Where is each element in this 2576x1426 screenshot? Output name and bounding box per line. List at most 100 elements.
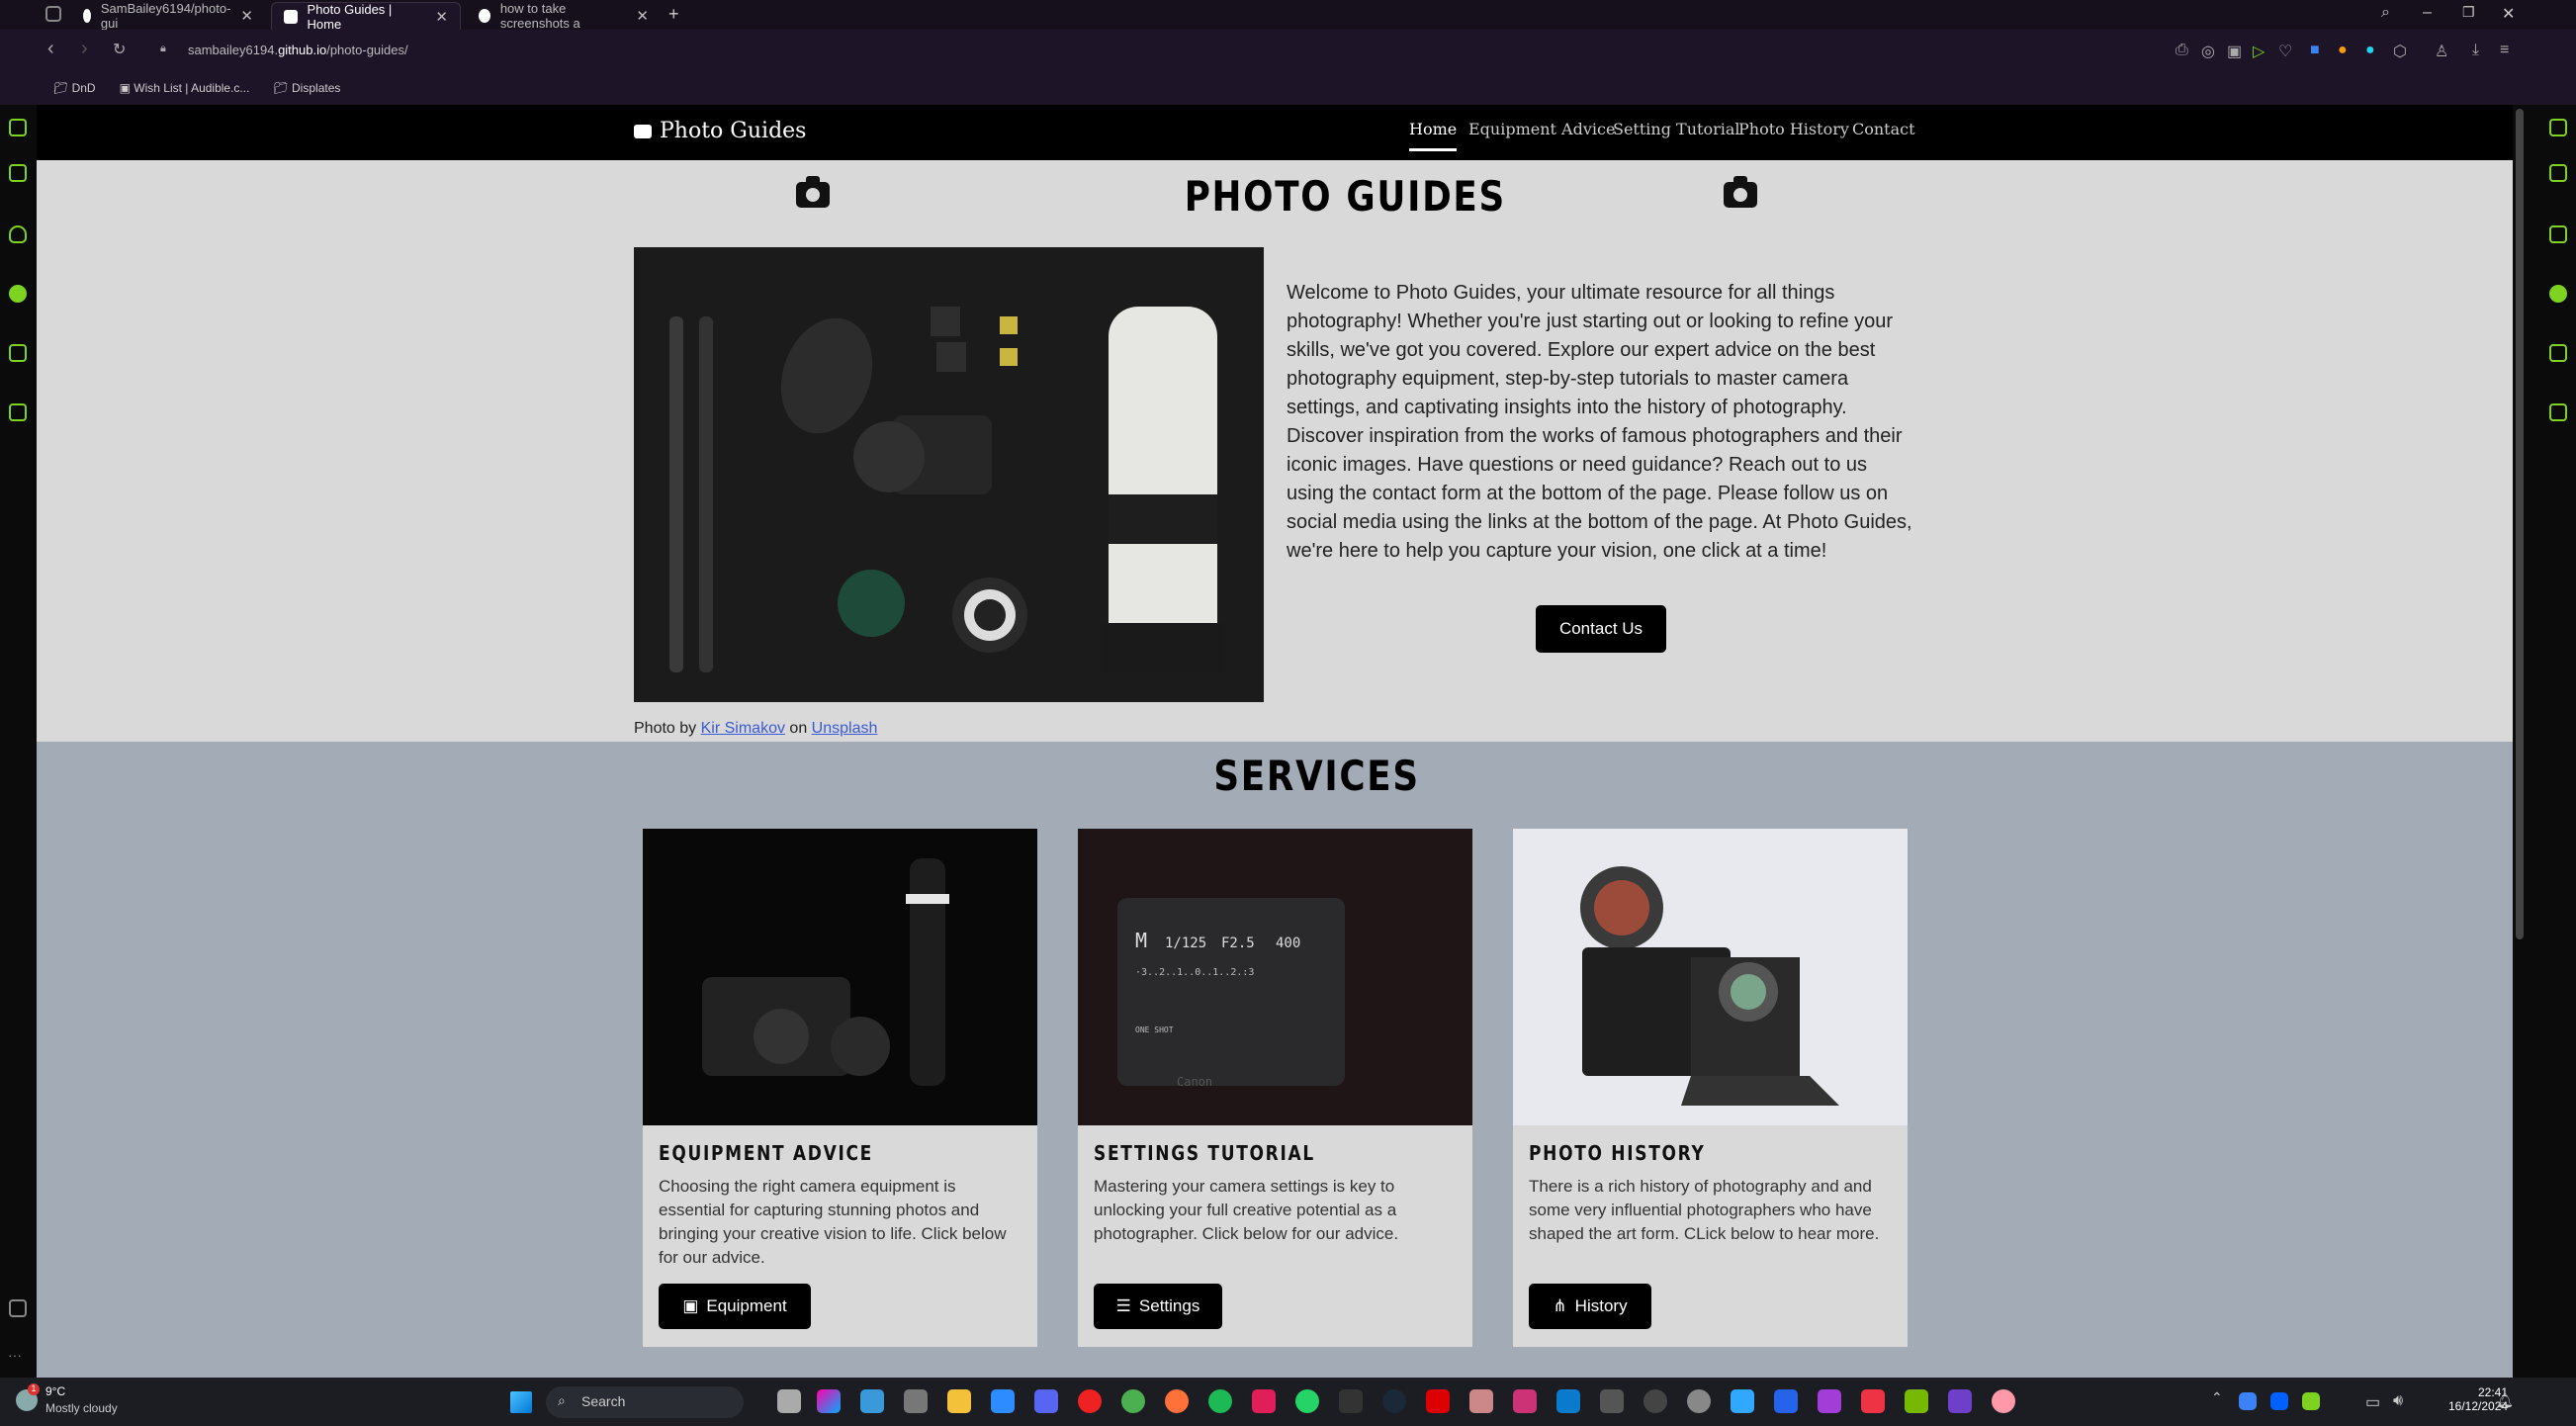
- close-icon[interactable]: ✕: [240, 7, 253, 25]
- close-icon[interactable]: ✕: [636, 7, 649, 25]
- history-icon[interactable]: [9, 1299, 27, 1317]
- search-tabs-icon[interactable]: ⌕: [2381, 4, 2390, 22]
- tab-google[interactable]: how to take screenshots a ✕: [467, 1, 661, 31]
- app-icon[interactable]: [1600, 1389, 1624, 1413]
- camera-snap-icon[interactable]: ◎: [2201, 42, 2215, 61]
- tray-app-icon[interactable]: [2302, 1392, 2320, 1410]
- tray-wifi-icon[interactable]: ▭: [2365, 1392, 2383, 1411]
- google-icon: [479, 9, 490, 23]
- messenger-icon[interactable]: [9, 285, 27, 303]
- play-icon[interactable]: ▷: [2253, 42, 2265, 61]
- bookmark-displates[interactable]: 📁︎ Displates: [273, 81, 340, 95]
- menu-icon[interactable]: ≡: [2500, 42, 2509, 59]
- affinity-publisher-icon[interactable]: [1861, 1389, 1885, 1413]
- unsplash-link[interactable]: Unsplash: [812, 720, 878, 737]
- spotify-icon[interactable]: [1208, 1389, 1232, 1413]
- pinboard-icon[interactable]: [9, 403, 27, 421]
- tray-sync-icon[interactable]: [2239, 1392, 2257, 1410]
- copilot-icon[interactable]: [817, 1389, 841, 1413]
- zoom-icon[interactable]: [991, 1389, 1015, 1413]
- settings-button[interactable]: ☰ Settings: [1094, 1284, 1222, 1329]
- game-icon[interactable]: [1469, 1389, 1493, 1413]
- nav-setting-tutorial[interactable]: Setting Tutorial: [1613, 120, 1740, 138]
- file-explorer-icon[interactable]: [947, 1389, 971, 1413]
- equipment-button[interactable]: ▣ Equipment: [659, 1284, 811, 1329]
- scrollbar-thumb[interactable]: [2516, 109, 2524, 939]
- whatsapp-icon[interactable]: [1295, 1389, 1319, 1413]
- more-icon[interactable]: ···: [8, 1347, 22, 1363]
- bookmark-audible[interactable]: ▣ Wish List | Audible.c...: [120, 81, 250, 95]
- tray-dropbox-icon[interactable]: [2270, 1392, 2288, 1410]
- tinder-icon[interactable]: [9, 225, 27, 243]
- steam-icon[interactable]: [1382, 1389, 1406, 1413]
- chrome-icon[interactable]: [1121, 1389, 1145, 1413]
- profile-icon[interactable]: ♙: [2435, 42, 2448, 61]
- restore-icon[interactable]: ❐: [2462, 4, 2475, 21]
- extension-g-icon[interactable]: ●: [2338, 42, 2348, 59]
- firefox-icon[interactable]: [1165, 1389, 1189, 1413]
- vscode-icon[interactable]: [1556, 1389, 1580, 1413]
- photoshop-icon[interactable]: [1731, 1389, 1754, 1413]
- camera-icon: [634, 124, 652, 138]
- acrobat-icon[interactable]: [1426, 1389, 1450, 1413]
- tab-photo-guides[interactable]: Photo Guides | Home ✕: [271, 2, 461, 32]
- extension-a-icon[interactable]: ●: [2365, 42, 2375, 59]
- files-icon[interactable]: [1774, 1389, 1798, 1413]
- cube-icon[interactable]: ⬡: [2393, 42, 2407, 61]
- right-workspaces-icon[interactable]: [2549, 164, 2567, 182]
- download-icon[interactable]: ⤓: [2472, 42, 2479, 59]
- player-icon[interactable]: [9, 344, 27, 362]
- task-view-icon[interactable]: [777, 1389, 801, 1413]
- lock-icon[interactable]: 🔒︎: [160, 43, 166, 55]
- right-player-icon[interactable]: [2549, 344, 2567, 362]
- start-button[interactable]: [510, 1391, 532, 1413]
- forward-icon[interactable]: ›: [81, 38, 88, 60]
- opera-icon[interactable]: [1078, 1389, 1102, 1413]
- nav-photo-history[interactable]: Photo History: [1738, 120, 1849, 138]
- workspaces-icon[interactable]: [9, 164, 27, 182]
- back-icon[interactable]: ‹: [47, 38, 54, 60]
- new-tab-button[interactable]: +: [668, 4, 679, 25]
- brand-link[interactable]: Photo Guides: [634, 119, 806, 143]
- nav-equipment-advice[interactable]: Equipment Advice: [1468, 120, 1615, 138]
- ai-icon[interactable]: [9, 119, 27, 136]
- close-window-icon[interactable]: ✕: [2502, 4, 2515, 24]
- workspace-icon[interactable]: [45, 6, 61, 22]
- photos-icon[interactable]: [860, 1389, 884, 1413]
- affinity-icon[interactable]: [1513, 1389, 1537, 1413]
- github-desktop-icon[interactable]: [1948, 1389, 1972, 1413]
- right-pinboard-icon[interactable]: [2549, 403, 2567, 421]
- right-ai-icon[interactable]: [2549, 119, 2567, 136]
- nvidia-icon[interactable]: [1905, 1389, 1928, 1413]
- tray-volume-icon[interactable]: 🔊︎: [2393, 1392, 2411, 1410]
- nav-home[interactable]: Home: [1409, 120, 1458, 151]
- obs-icon[interactable]: [1643, 1389, 1667, 1413]
- discord-icon[interactable]: [1034, 1389, 1058, 1413]
- emoji-icon[interactable]: [1687, 1389, 1711, 1413]
- heart-icon[interactable]: ♡: [2278, 42, 2292, 61]
- author-link[interactable]: Kir Simakov: [701, 720, 785, 737]
- affinity-photo-icon[interactable]: [1818, 1389, 1841, 1413]
- notifications-icon[interactable]: 🔔︎: [2496, 1392, 2514, 1409]
- extension-d-icon[interactable]: ■: [2310, 42, 2320, 59]
- vpn-icon[interactable]: ▣: [2227, 42, 2242, 61]
- weather-temp: 9°C: [45, 1384, 66, 1398]
- screenshot-icon[interactable]: ⎙: [2176, 42, 2188, 59]
- taskbar-search[interactable]: ⌕ Search: [546, 1386, 744, 1418]
- slack-icon[interactable]: [1252, 1389, 1276, 1413]
- pig-icon[interactable]: [1992, 1389, 2015, 1413]
- tab-github[interactable]: SamBailey6194/photo-gui ✕: [71, 1, 265, 31]
- right-messenger-icon[interactable]: [2549, 285, 2567, 303]
- reload-icon[interactable]: ↻: [113, 40, 126, 59]
- nav-contact[interactable]: Contact: [1852, 120, 1915, 138]
- terminal-icon[interactable]: [1339, 1389, 1363, 1413]
- close-icon[interactable]: ✕: [435, 8, 448, 26]
- right-tinder-icon[interactable]: [2549, 225, 2567, 243]
- url-field[interactable]: sambailey6194.github.io/photo-guides/: [188, 43, 408, 57]
- tray-chevron-icon[interactable]: ⌃: [2211, 1389, 2235, 1413]
- history-button[interactable]: ⋔ History: [1529, 1284, 1651, 1329]
- settings-icon[interactable]: [904, 1389, 928, 1413]
- contact-us-button[interactable]: Contact Us: [1536, 605, 1666, 653]
- minimize-icon[interactable]: –: [2423, 4, 2432, 22]
- bookmark-dnd[interactable]: 📁︎ DnD: [53, 81, 96, 95]
